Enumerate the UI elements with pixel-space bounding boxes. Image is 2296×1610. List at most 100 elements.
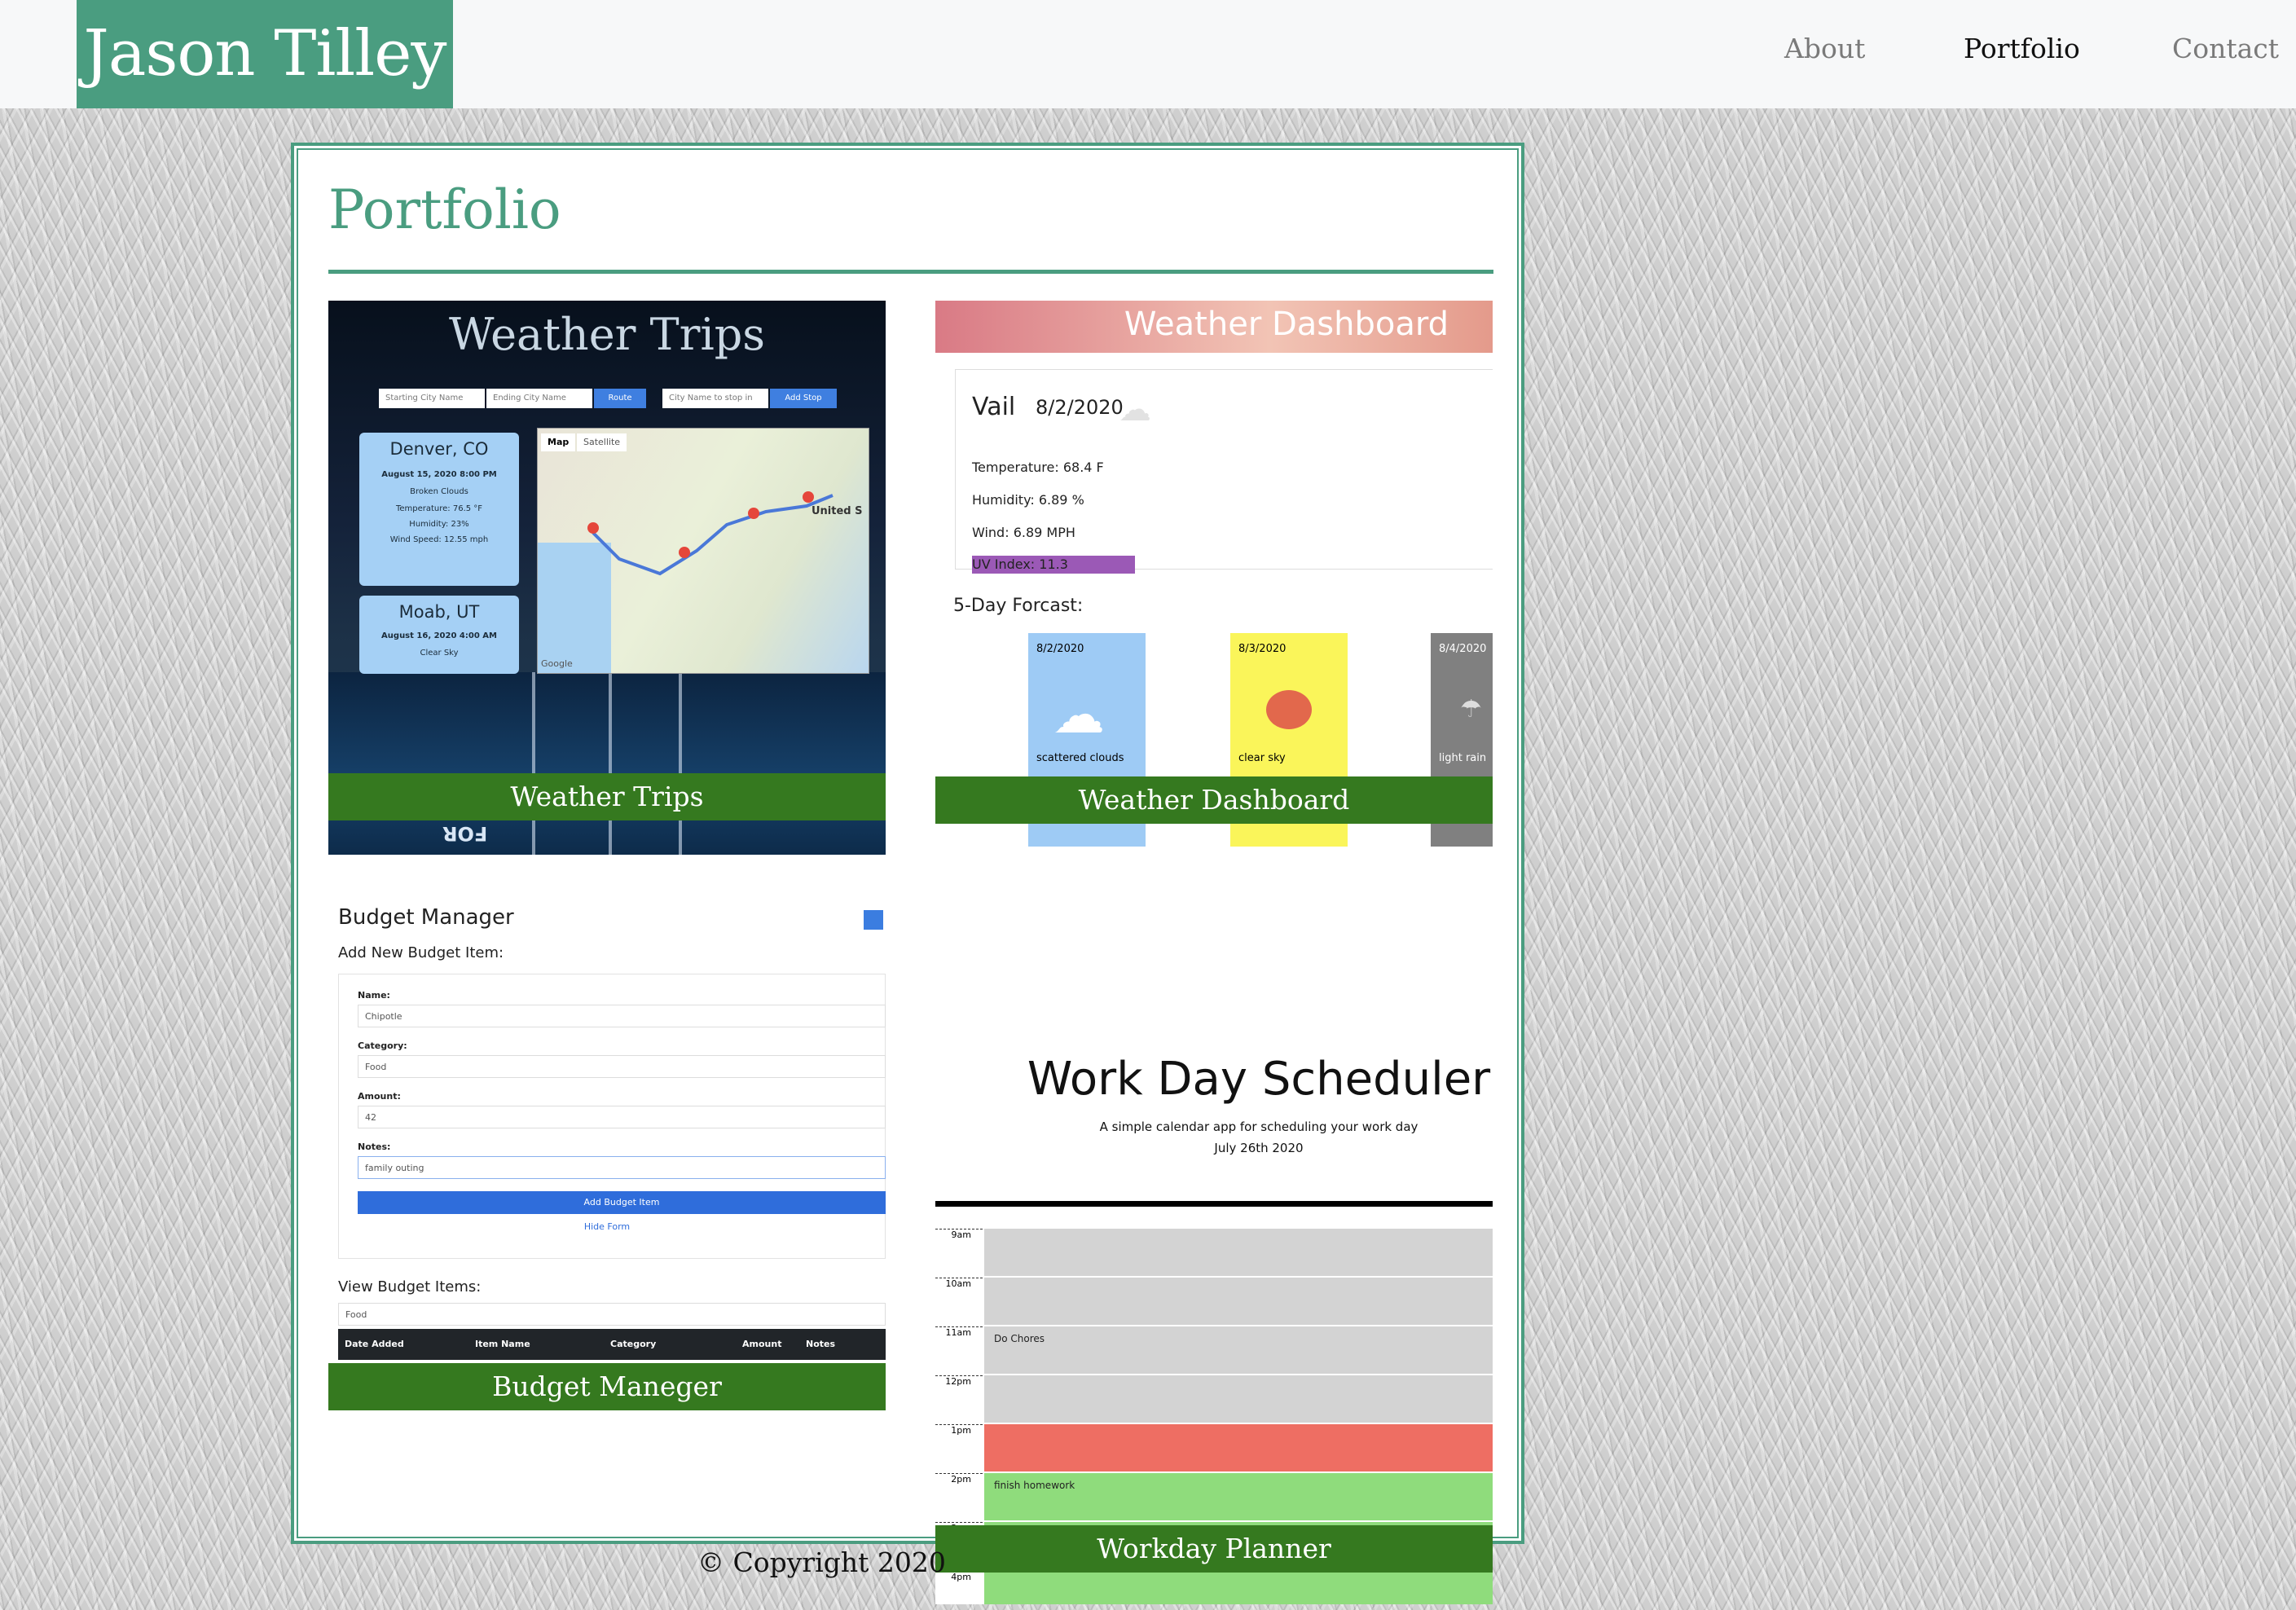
page-title: Portfolio — [328, 178, 561, 241]
forecast-date: 8/4/2020 — [1439, 643, 1487, 655]
project-caption[interactable]: Weather Dashboard — [935, 776, 1493, 824]
current-wind: Wind: 6.89 MPH — [972, 525, 1075, 540]
column-header: Notes — [806, 1339, 836, 1349]
hour-row — [984, 1424, 1493, 1472]
column-header: Item Name — [475, 1339, 530, 1349]
nav-contact[interactable]: Contact — [2172, 33, 2279, 64]
card-date: August 15, 2020 8:00 PM — [381, 470, 497, 479]
lane-line — [532, 672, 535, 855]
current-city: Vail — [972, 393, 1016, 421]
forecast-date: 8/2/2020 — [1036, 643, 1084, 655]
hour-row — [984, 1229, 1493, 1277]
field-label: Amount: — [358, 1091, 401, 1102]
dashboard-banner-title: Weather Dashboard — [1124, 306, 1449, 343]
hour-row: finish homework — [984, 1473, 1493, 1521]
project-caption[interactable]: Weather Trips — [328, 773, 886, 820]
filter-select: Food — [338, 1303, 886, 1326]
amount-field: 42 — [358, 1106, 886, 1128]
route-map: Map Satellite United S Google — [537, 428, 869, 674]
field-label: Name: — [358, 990, 390, 1001]
nav-portfolio[interactable]: Portfolio — [1964, 33, 2080, 64]
navbar: Jason Tilley About Portfolio Contact — [0, 0, 2296, 108]
weather-card-moab: Moab, UT August 16, 2020 4:00 AM Clear S… — [359, 596, 519, 674]
project-weather-trips[interactable]: Weather Trips Starting City Name Ending … — [328, 301, 886, 855]
hour-row — [984, 1278, 1493, 1326]
hour-label: 11am — [935, 1326, 983, 1374]
forecast-desc: scattered clouds — [1036, 752, 1124, 764]
project-caption[interactable]: Workday Planner — [935, 1525, 1493, 1573]
uv-index-badge: UV Index: 11.3 — [972, 556, 1135, 574]
brand-logo[interactable]: Jason Tilley — [77, 0, 453, 108]
hour-label: 9am — [935, 1229, 983, 1276]
hour-event-text: finish homework — [994, 1480, 1075, 1491]
hour-label: 1pm — [935, 1424, 983, 1471]
route-line — [587, 491, 834, 576]
project-weather-dashboard[interactable]: Weather Dashboard Vail 8/2/2020 ☁ Temper… — [935, 301, 1493, 847]
forecast-heading: 5-Day Forcast: — [953, 596, 1084, 616]
dashboard-banner: Weather Dashboard — [935, 301, 1493, 353]
column-header: Amount — [742, 1339, 782, 1349]
card-desc: Broken Clouds — [410, 487, 468, 496]
google-logo: Google — [541, 658, 573, 669]
route-button: Route — [594, 389, 646, 408]
scheduler-title: Work Day Scheduler — [1027, 1053, 1491, 1106]
project-caption[interactable]: Budget Maneger — [328, 1363, 886, 1410]
weather-card-denver: Denver, CO August 15, 2020 8:00 PM Broke… — [359, 433, 519, 586]
card-desc: Clear Sky — [420, 649, 459, 658]
scheduler-date: July 26th 2020 — [1214, 1141, 1304, 1155]
map-label: United S — [812, 505, 863, 517]
column-header: Category — [610, 1339, 657, 1349]
lane-line — [679, 672, 682, 855]
forecast-desc: clear sky — [1238, 752, 1286, 764]
hour-label: 10am — [935, 1278, 983, 1325]
stop-city-input: City Name to stop in — [662, 389, 768, 408]
hour-label: 2pm — [935, 1473, 983, 1520]
notes-field: family outing — [358, 1156, 886, 1179]
cloud-icon: ☁ — [1119, 391, 1151, 429]
current-temperature: Temperature: 68.4 F — [972, 460, 1104, 475]
hour-row — [984, 1375, 1493, 1423]
card-wind: Wind Speed: 12.55 mph — [389, 535, 489, 544]
end-city-input: Ending City Name — [486, 389, 592, 408]
card-temp: Temperature: 76.5 °F — [395, 504, 483, 513]
rain-icon: ☂ — [1460, 695, 1482, 724]
budget-table-header: Date Added Item Name Category Amount Not… — [338, 1329, 886, 1360]
card-city: Denver, CO — [389, 439, 489, 459]
category-field: Food — [358, 1055, 886, 1078]
card-city: Moab, UT — [398, 602, 480, 622]
title-divider — [328, 270, 1493, 274]
hide-form-link: Hide Form — [583, 1221, 631, 1232]
name-field: Chipotle — [358, 1005, 886, 1027]
hour-row: Do Chores — [984, 1326, 1493, 1375]
hour-event-text: Do Chores — [994, 1333, 1045, 1344]
road-text: FOR — [442, 822, 488, 845]
footer-copyright: © Copyright 2020 — [697, 1546, 946, 1578]
portfolio-card: Portfolio Weather Trips Starting City Na… — [291, 143, 1524, 1604]
field-label: Notes: — [358, 1142, 391, 1152]
sun-icon — [1266, 690, 1312, 729]
budget-title: Budget Manager — [338, 905, 514, 930]
nav-about[interactable]: About — [1784, 33, 1865, 64]
cloud-icon: ☁ — [1053, 685, 1105, 746]
field-label: Category: — [358, 1040, 407, 1051]
road-background — [328, 672, 886, 855]
current-date: 8/2/2020 — [1036, 396, 1124, 419]
card-humidity: Humidity: 23% — [409, 520, 469, 529]
current-humidity: Humidity: 6.89 % — [972, 492, 1084, 508]
card-date: August 16, 2020 4:00 AM — [381, 631, 497, 640]
project-workday-planner[interactable]: Work Day Scheduler A simple calendar app… — [935, 997, 1493, 1604]
hour-row — [984, 1571, 1493, 1604]
lane-line — [609, 672, 612, 855]
scheduler-subtitle: A simple calendar app for scheduling you… — [1099, 1120, 1419, 1134]
forecast-date: 8/3/2020 — [1238, 643, 1287, 655]
hour-label: 12pm — [935, 1375, 983, 1423]
start-city-input: Starting City Name — [379, 389, 485, 408]
project-budget-manager[interactable]: Budget Manager Add New Budget Item: Name… — [328, 871, 886, 1441]
add-stop-button: Add Stop — [770, 389, 837, 408]
add-budget-item-button: Add Budget Item — [358, 1191, 886, 1214]
forecast-desc: light rain — [1439, 752, 1487, 764]
add-budget-heading: Add New Budget Item: — [338, 944, 504, 961]
weather-trips-title: Weather Trips — [448, 309, 766, 360]
current-weather-panel: Vail 8/2/2020 ☁ Temperature: 68.4 F Humi… — [955, 369, 1493, 574]
scheduler-divider — [935, 1201, 1493, 1207]
